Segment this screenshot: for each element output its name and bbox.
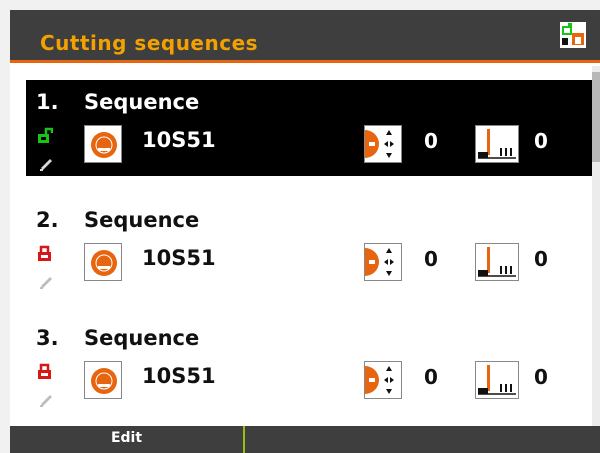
sequence-number: 1. — [36, 90, 59, 114]
offset-value: 0 — [424, 247, 438, 271]
lock-icon[interactable] — [37, 362, 53, 380]
sequence-row-2[interactable]: 2. Sequence 10S51 0 0 — [26, 198, 592, 294]
blade-tool-icon[interactable] — [84, 243, 122, 281]
measure-icon[interactable] — [475, 125, 519, 163]
page-title: Cutting sequences — [40, 31, 259, 55]
pencil-icon[interactable] — [38, 155, 54, 171]
app-window: Cutting sequences 1. Sequence 10S51 0 0 … — [10, 10, 600, 453]
sequence-name: Sequence — [84, 208, 200, 232]
offset-icon[interactable] — [364, 243, 402, 281]
lock-icon[interactable] — [37, 244, 53, 262]
unlock-icon[interactable] — [37, 126, 53, 144]
sequence-number: 3. — [36, 326, 59, 350]
sequence-settings-icon[interactable] — [560, 22, 586, 48]
softkey-bar: Edit — [10, 426, 600, 453]
scrollbar[interactable] — [592, 66, 600, 426]
measure-icon[interactable] — [475, 361, 519, 399]
edit-softkey[interactable]: Edit — [10, 426, 245, 453]
blade-tool-icon[interactable] — [84, 361, 122, 399]
blade-code: 10S51 — [142, 128, 216, 152]
measure-value: 0 — [534, 247, 548, 271]
sequence-number: 2. — [36, 208, 59, 232]
offset-value: 0 — [424, 365, 438, 389]
pencil-icon[interactable] — [38, 391, 54, 407]
sequence-row-3[interactable]: 3. Sequence 10S51 0 0 — [26, 316, 592, 412]
measure-value: 0 — [534, 129, 548, 153]
measure-value: 0 — [534, 365, 548, 389]
sequence-name: Sequence — [84, 90, 200, 114]
offset-icon[interactable] — [364, 361, 402, 399]
sequence-row-1[interactable]: 1. Sequence 10S51 0 0 — [26, 80, 592, 176]
title-bar: Cutting sequences — [10, 10, 600, 63]
measure-icon[interactable] — [475, 243, 519, 281]
offset-icon[interactable] — [364, 125, 402, 163]
scrollbar-thumb[interactable] — [592, 72, 600, 162]
blade-code: 10S51 — [142, 246, 216, 270]
pencil-icon[interactable] — [38, 273, 54, 289]
offset-value: 0 — [424, 129, 438, 153]
blade-tool-icon[interactable] — [84, 125, 122, 163]
blade-code: 10S51 — [142, 364, 216, 388]
sequence-name: Sequence — [84, 326, 200, 350]
